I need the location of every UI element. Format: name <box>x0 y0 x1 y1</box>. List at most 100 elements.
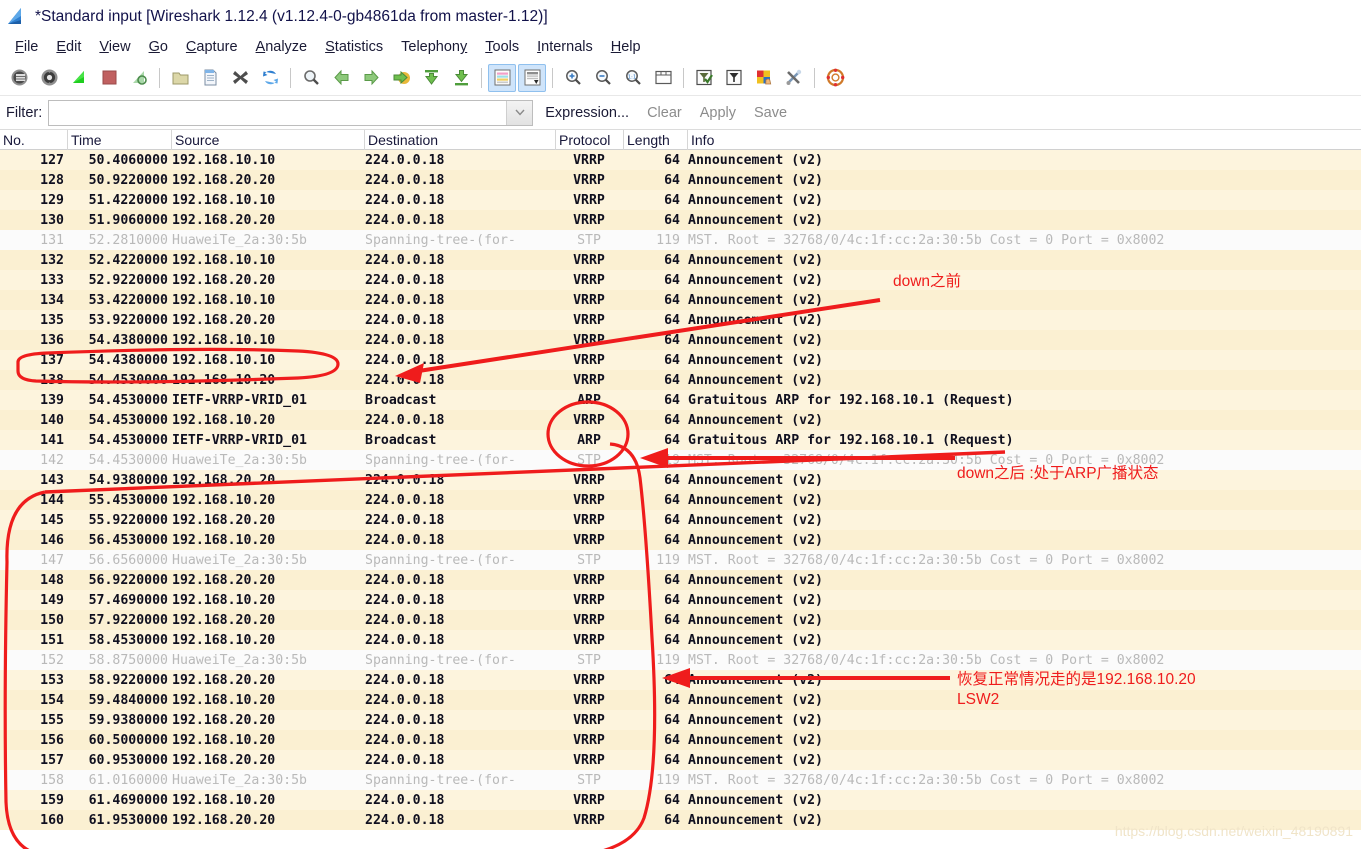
packet-row-150[interactable]: 150 57.9220000 192.168.20.20 224.0.0.18 VRRP… <box>0 610 1361 630</box>
zoom-reset-icon[interactable]: 1:1 <box>619 64 647 92</box>
packet-row-136[interactable]: 136 54.4380000 192.168.10.10 224.0.0.18 VRRP… <box>0 330 1361 350</box>
packet-row-127[interactable]: 127 50.4060000 192.168.10.10 224.0.0.18 VRRP… <box>0 150 1361 170</box>
packet-row-135[interactable]: 135 53.9220000 192.168.20.20 224.0.0.18 VRRP… <box>0 310 1361 330</box>
column-header-protocol[interactable]: Protocol <box>556 130 624 150</box>
save-button[interactable]: Save <box>754 105 787 121</box>
colorize-icon[interactable] <box>488 63 516 92</box>
packet-row-143[interactable]: 143 54.9380000 192.168.20.20 224.0.0.18 VRRP… <box>0 470 1361 490</box>
packet-row-131[interactable]: 131 52.2810000 HuaweiTe_2a:30:5b Spanning-t… <box>0 230 1361 250</box>
menu-internals[interactable]: Internals <box>528 39 602 55</box>
column-header-length[interactable]: Length <box>624 130 688 150</box>
main-toolbar[interactable]: 1:1 <box>0 60 1361 96</box>
packet-row-129[interactable]: 129 51.4220000 192.168.10.10 224.0.0.18 VRRP… <box>0 190 1361 210</box>
packet-cell-dst: 224.0.0.18 <box>365 312 445 328</box>
packet-row-157[interactable]: 157 60.9530000 192.168.20.20 224.0.0.18 VRRP… <box>0 750 1361 770</box>
open-file-icon[interactable] <box>166 64 194 92</box>
menu-analyze[interactable]: Analyze <box>247 39 317 55</box>
packet-list[interactable]: No. Time Source Destination Protocol Len… <box>0 130 1361 830</box>
menu-statistics[interactable]: Statistics <box>316 39 392 55</box>
stop-capture-icon[interactable] <box>95 64 123 92</box>
packet-row-148[interactable]: 148 56.9220000 192.168.20.20 224.0.0.18 VRRP… <box>0 570 1361 590</box>
zoom-out-icon[interactable] <box>589 64 617 92</box>
apply-button[interactable]: Apply <box>700 105 736 121</box>
menu-view[interactable]: View <box>90 39 139 55</box>
packet-row-130[interactable]: 130 51.9060000 192.168.20.20 224.0.0.18 VRRP… <box>0 210 1361 230</box>
packet-row-155[interactable]: 155 59.9380000 192.168.20.20 224.0.0.18 VRRP… <box>0 710 1361 730</box>
packet-cell-time: 56.4530000 <box>88 532 168 548</box>
packet-row-141[interactable]: 141 54.4530000 IETF-VRRP-VRID_01 Broadcast A… <box>0 430 1361 450</box>
menu-capture[interactable]: Capture <box>177 39 247 55</box>
clear-button[interactable]: Clear <box>647 105 682 121</box>
packet-row-132[interactable]: 132 52.4220000 192.168.10.10 224.0.0.18 VRRP… <box>0 250 1361 270</box>
expression-button[interactable]: Expression... <box>545 105 629 121</box>
packet-row-133[interactable]: 133 52.9220000 192.168.20.20 224.0.0.18 VRRP… <box>0 270 1361 290</box>
packet-row-159[interactable]: 159 61.4690000 192.168.10.20 224.0.0.18 VRRP… <box>0 790 1361 810</box>
menu-edit[interactable]: Edit <box>47 39 90 55</box>
go-to-first-packet-icon[interactable] <box>417 64 445 92</box>
packet-row-147[interactable]: 147 56.6560000 HuaweiTe_2a:30:5b Spanning-t… <box>0 550 1361 570</box>
column-header-no[interactable]: No. <box>0 130 68 150</box>
packet-row-128[interactable]: 128 50.9220000 192.168.20.20 224.0.0.18 VRRP… <box>0 170 1361 190</box>
column-header-time[interactable]: Time <box>68 130 172 150</box>
packet-row-142[interactable]: 142 54.4530000 HuaweiTe_2a:30:5b Spanning-t… <box>0 450 1361 470</box>
column-header-destination[interactable]: Destination <box>365 130 556 150</box>
packet-list-header[interactable]: No. Time Source Destination Protocol Len… <box>0 130 1361 150</box>
save-file-icon[interactable] <box>196 64 224 92</box>
capture-options-icon[interactable] <box>35 64 63 92</box>
go-back-icon[interactable] <box>327 64 355 92</box>
menu-file[interactable]: File <box>6 39 47 55</box>
packet-cell-proto: VRRP <box>573 172 605 188</box>
packet-row-145[interactable]: 145 55.9220000 192.168.20.20 224.0.0.18 VRRP… <box>0 510 1361 530</box>
filter-action-group[interactable]: Expression... Clear Apply Save <box>545 105 805 121</box>
packet-row-139[interactable]: 139 54.4530000 IETF-VRRP-VRID_01 Broadcast A… <box>0 390 1361 410</box>
packet-row-144[interactable]: 144 55.4530000 192.168.10.20 224.0.0.18 VRRP… <box>0 490 1361 510</box>
packet-row-160[interactable]: 160 61.9530000 192.168.20.20 224.0.0.18 VRRP… <box>0 810 1361 830</box>
menu-help[interactable]: Help <box>602 39 650 55</box>
display-filter-bar[interactable]: Filter: Expression... Clear Apply Save <box>0 96 1361 130</box>
menu-tools[interactable]: Tools <box>476 39 528 55</box>
column-header-source[interactable]: Source <box>172 130 365 150</box>
go-forward-icon[interactable] <box>357 64 385 92</box>
packet-cell-dst: 224.0.0.18 <box>365 352 445 368</box>
start-capture-icon[interactable] <box>65 64 93 92</box>
packet-row-149[interactable]: 149 57.4690000 192.168.10.20 224.0.0.18 VRRP… <box>0 590 1361 610</box>
packet-list-rows[interactable]: 127 50.4060000 192.168.10.10 224.0.0.18 VRRP… <box>0 150 1361 830</box>
filter-input[interactable] <box>49 101 505 124</box>
close-file-icon[interactable] <box>226 64 254 92</box>
display-filters-icon[interactable] <box>720 64 748 92</box>
packet-row-156[interactable]: 156 60.5000000 192.168.10.20 224.0.0.18 VRRP… <box>0 730 1361 750</box>
find-packet-icon[interactable] <box>297 64 325 92</box>
packet-row-137[interactable]: 137 54.4380000 192.168.10.10 224.0.0.18 VRRP… <box>0 350 1361 370</box>
coloring-rules-icon[interactable] <box>750 64 778 92</box>
packet-row-138[interactable]: 138 54.4530000 192.168.10.20 224.0.0.18 VRRP… <box>0 370 1361 390</box>
reload-file-icon[interactable] <box>256 64 284 92</box>
chevron-down-icon[interactable] <box>506 100 533 125</box>
go-to-last-packet-icon[interactable] <box>447 64 475 92</box>
packet-row-158[interactable]: 158 61.0160000 HuaweiTe_2a:30:5b Spanning-t… <box>0 770 1361 790</box>
menu-bar[interactable]: File Edit View Go Capture Analyze Statis… <box>0 34 1361 60</box>
capture-filters-icon[interactable] <box>690 64 718 92</box>
menu-telephony[interactable]: Telephony <box>392 39 476 55</box>
restart-capture-icon[interactable] <box>125 64 153 92</box>
interfaces-icon[interactable] <box>5 64 33 92</box>
packet-row-153[interactable]: 153 58.9220000 192.168.20.20 224.0.0.18 VRRP… <box>0 670 1361 690</box>
help-contents-icon[interactable] <box>821 64 849 92</box>
toolbar-separator-3 <box>481 67 482 88</box>
packet-row-140[interactable]: 140 54.4530000 192.168.10.20 224.0.0.18 VRRP… <box>0 410 1361 430</box>
packet-row-151[interactable]: 151 58.4530000 192.168.10.20 224.0.0.18 VRRP… <box>0 630 1361 650</box>
auto-scroll-icon[interactable] <box>518 63 546 92</box>
packet-cell-info: Announcement (v2) <box>688 492 823 508</box>
go-to-packet-icon[interactable] <box>387 64 415 92</box>
packet-cell-time: 51.9060000 <box>88 212 168 228</box>
packet-row-154[interactable]: 154 59.4840000 192.168.10.20 224.0.0.18 VRRP… <box>0 690 1361 710</box>
menu-go[interactable]: Go <box>140 39 177 55</box>
packet-cell-dst: 224.0.0.18 <box>365 812 445 828</box>
preferences-icon[interactable] <box>780 64 808 92</box>
packet-row-152[interactable]: 152 58.8750000 HuaweiTe_2a:30:5b Spanning-t… <box>0 650 1361 670</box>
column-header-info[interactable]: Info <box>688 130 1348 150</box>
resize-columns-icon[interactable] <box>649 64 677 92</box>
filter-combobox[interactable] <box>48 99 534 126</box>
packet-row-134[interactable]: 134 53.4220000 192.168.10.10 224.0.0.18 VRRP… <box>0 290 1361 310</box>
zoom-in-icon[interactable] <box>559 64 587 92</box>
packet-row-146[interactable]: 146 56.4530000 192.168.10.20 224.0.0.18 VRRP… <box>0 530 1361 550</box>
